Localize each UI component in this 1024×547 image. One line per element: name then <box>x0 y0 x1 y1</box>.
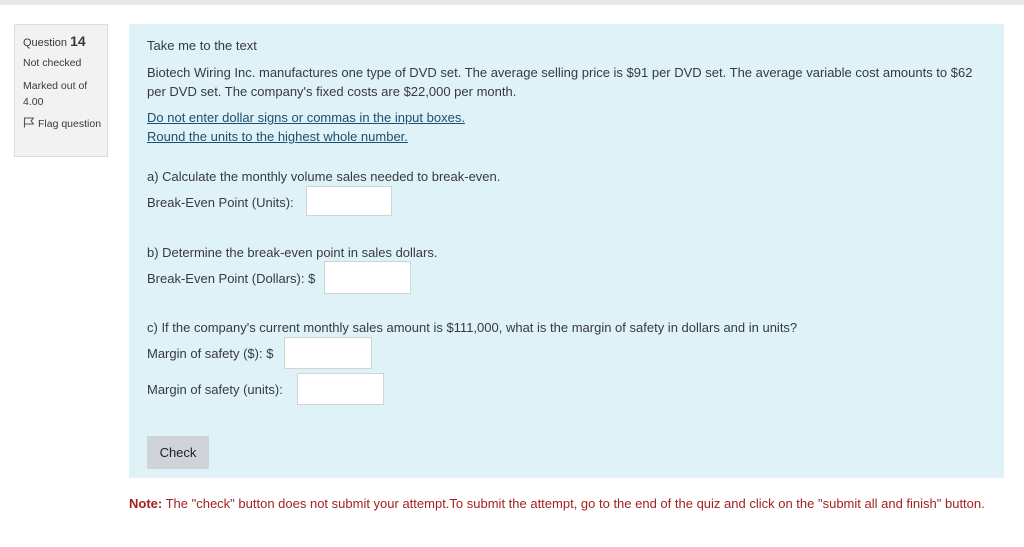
part-b-prompt: b) Determine the break-even point in sal… <box>147 245 438 260</box>
question-number-value: 14 <box>70 33 86 49</box>
part-c-units-label: Margin of safety (units): <box>147 382 283 397</box>
flag-icon <box>23 117 35 128</box>
question-grade: Marked out of 4.00 <box>23 80 88 108</box>
take-me-to-text-link[interactable]: Take me to the text <box>147 36 257 55</box>
note-text: The "check" button does not submit your … <box>162 496 985 511</box>
margin-of-safety-units-input[interactable] <box>297 373 384 405</box>
note-label: Note: <box>129 496 163 511</box>
question-state: Not checked <box>23 57 82 69</box>
top-border <box>0 0 1024 5</box>
question-info-panel: Question 14 Not checked Marked out of 4.… <box>14 24 108 157</box>
part-c-prompt: c) If the company's current monthly sale… <box>147 320 798 335</box>
note-message: Note: The "check" button does not submit… <box>129 494 989 514</box>
break-even-units-input[interactable] <box>306 186 392 216</box>
instruction-rounding: Round the units to the highest whole num… <box>147 129 408 144</box>
instruction-no-symbols: Do not enter dollar signs or commas in t… <box>147 110 465 125</box>
check-button[interactable]: Check <box>147 436 209 469</box>
part-b-label: Break-Even Point (Dollars): $ <box>147 271 316 286</box>
margin-of-safety-dollars-input[interactable] <box>284 337 372 369</box>
question-number: Question 14 <box>23 33 107 49</box>
part-c-dollars-label: Margin of safety ($): $ <box>147 346 274 361</box>
part-a-prompt: a) Calculate the monthly volume sales ne… <box>147 169 501 184</box>
question-content: Take me to the text Biotech Wiring Inc. … <box>129 24 1004 478</box>
break-even-dollars-input[interactable] <box>324 261 411 294</box>
question-word: Question <box>23 37 68 49</box>
problem-text: Biotech Wiring Inc. manufactures one typ… <box>147 65 973 99</box>
flag-question-label: Flag question <box>38 118 102 130</box>
part-a-label: Break-Even Point (Units): <box>147 195 294 210</box>
flag-question-toggle[interactable]: Flag question <box>23 116 107 132</box>
